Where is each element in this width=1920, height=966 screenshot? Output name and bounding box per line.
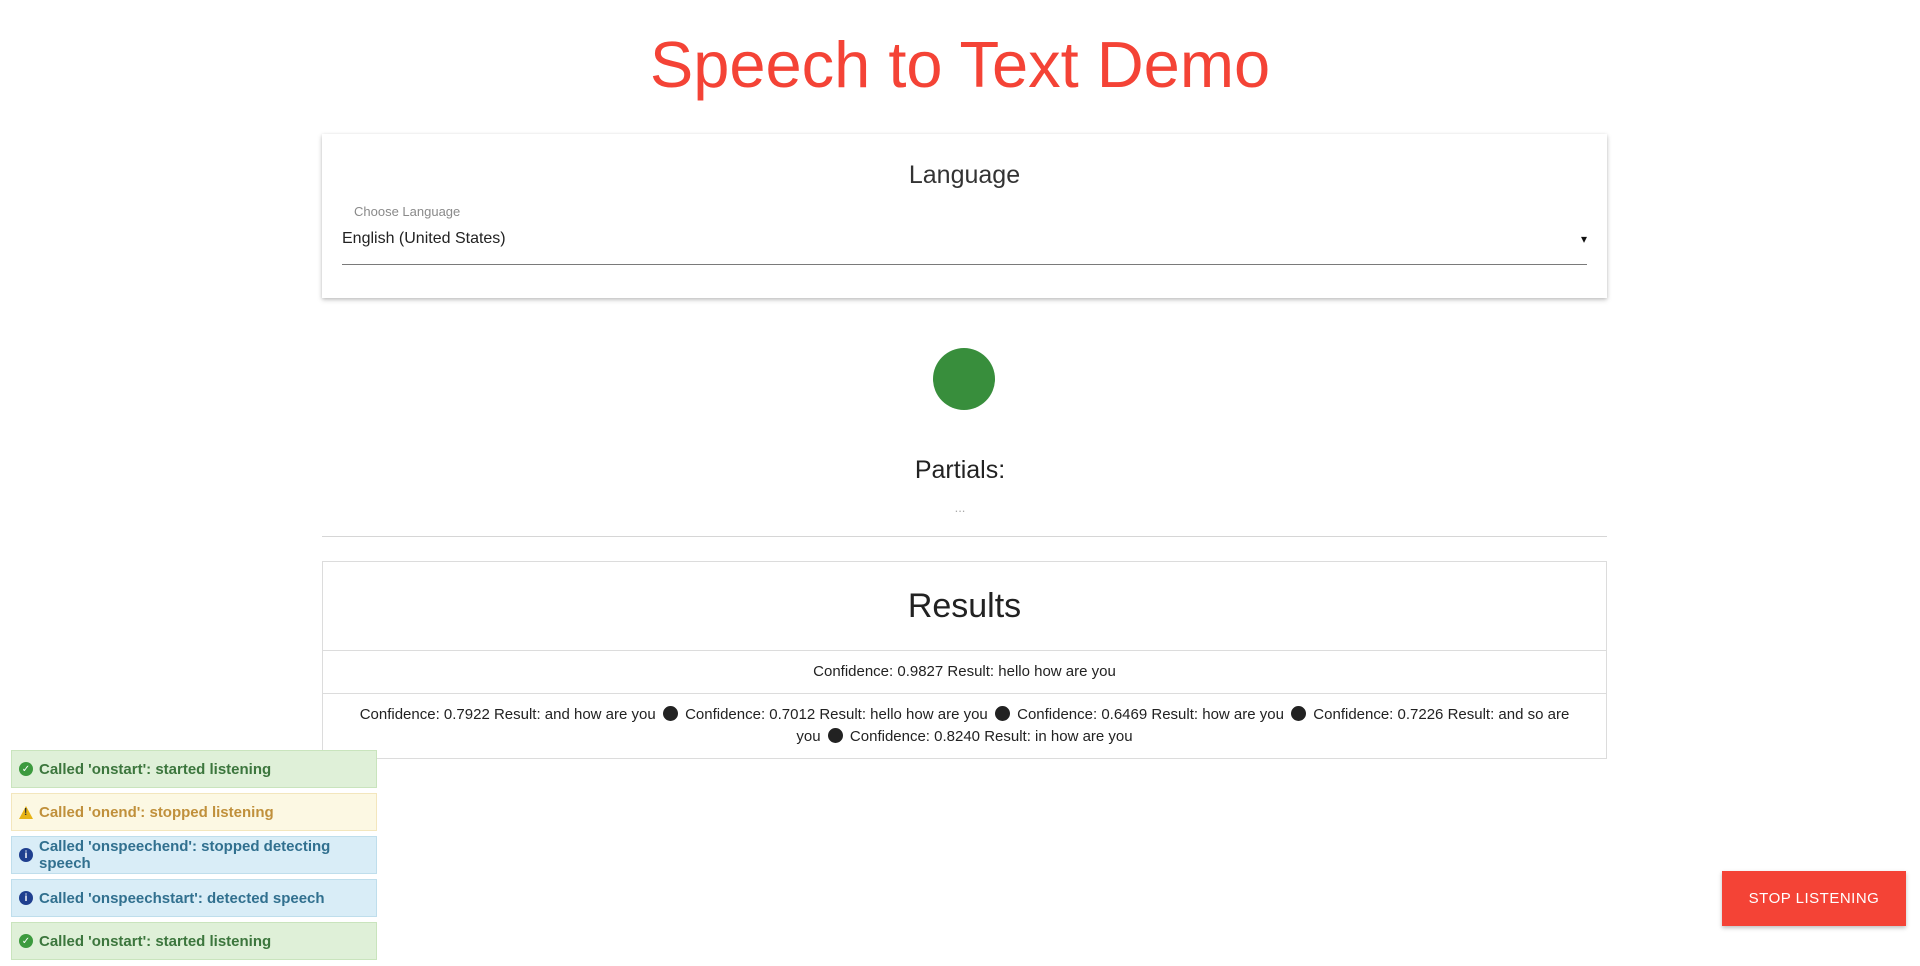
language-select-caption: Choose Language [354,204,461,219]
language-card-title: Language [908,161,1021,189]
toast-text: Called 'onspeechstart': detected speech [39,889,325,907]
partials-heading: Partials: [914,456,1006,484]
bullet-separator [827,728,843,743]
toast-text: Called 'onspeechend': stopped detecting … [39,838,331,872]
toast-success[interactable]: ✓ Called 'onstart': started listening [11,922,377,960]
alt-result-text: Confidence: 0.7012 Result: hello how are… [685,706,988,723]
language-select-value: English (United States) [342,230,506,247]
toast-warning[interactable]: ! Called 'onend': stopped listening [11,793,377,831]
result-row-top: Confidence: 0.9827 Result: hello how are… [323,651,1606,694]
alt-result-text: Confidence: 0.6469 Result: how are you [1017,706,1284,723]
toast-text: Called 'onend': stopped listening [39,803,274,821]
page-title: Speech to Text Demo [649,28,1271,101]
bullet-separator [662,706,678,721]
partials-text: ... [954,500,966,515]
check-circle-icon: ✓ [19,762,33,776]
toast-text: Called 'onstart': started listening [39,760,272,778]
mic-status-indicator[interactable] [933,348,995,410]
language-card: Language Choose Language English (United… [322,134,1607,298]
info-icon: i [19,891,33,905]
toast-stack: ✓ Called 'onstart': started listening ! … [11,750,377,965]
results-heading: Results [323,562,1606,651]
bullet-separator [1291,706,1307,721]
info-icon: i [19,848,33,862]
warning-icon: ! [19,805,33,819]
stop-listening-button[interactable]: STOP LISTENING [1722,871,1906,926]
toast-info[interactable]: i Called 'onspeechstart': detected speec… [11,879,377,917]
divider [322,536,1607,537]
alt-result-text: Confidence: 0.8240 Result: in how are yo… [849,728,1133,745]
chevron-down-icon: ▾ [1580,232,1587,246]
toast-info[interactable]: i Called 'onspeechend': stopped detectin… [11,836,377,874]
result-row-alternatives: Confidence: 0.7922 Result: and how are y… [323,694,1606,758]
language-select[interactable]: English (United States) ▾ [342,226,1587,265]
alt-result-text: Confidence: 0.7922 Result: and how are y… [359,706,656,723]
results-card: Results Confidence: 0.9827 Result: hello… [322,561,1607,759]
toast-success[interactable]: ✓ Called 'onstart': started listening [11,750,377,788]
result-text: Confidence: 0.9827 Result: hello how are… [813,663,1116,680]
bullet-separator [994,706,1010,721]
toast-text: Called 'onstart': started listening [39,932,272,950]
check-circle-icon: ✓ [19,934,33,948]
page: Speech to Text Demo Language Choose Lang… [0,0,1920,966]
